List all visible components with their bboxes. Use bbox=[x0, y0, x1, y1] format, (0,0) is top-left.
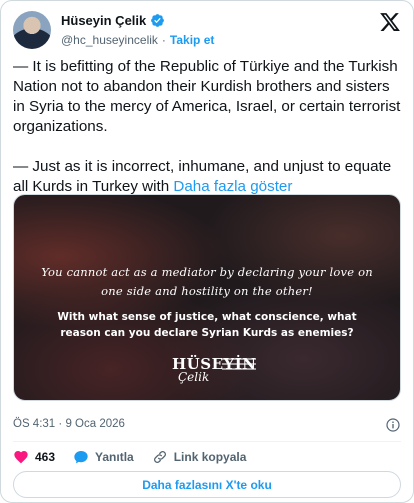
signature-lines bbox=[222, 358, 262, 373]
link-icon bbox=[153, 451, 166, 463]
tweet-time[interactable]: ÖS 4:31 bbox=[13, 418, 55, 430]
reply-button[interactable]: Yanıtla bbox=[73, 449, 134, 465]
tweet-text: — It is befitting of the Republic of Tür… bbox=[13, 57, 403, 217]
verified-badge-icon bbox=[151, 14, 165, 27]
action-bar: 463 Yanıtla Link kopyala bbox=[13, 447, 246, 467]
tweet-paragraph-1: — It is befitting of the Republic of Tür… bbox=[13, 58, 401, 135]
copy-link-button[interactable]: Link kopyala bbox=[152, 449, 247, 465]
tweet-card: Hüseyin Çelik @hc_huseyincelik · Takip e… bbox=[0, 0, 414, 503]
author-handle-row: @hc_huseyincelik · Takip et bbox=[61, 33, 214, 47]
heart-icon bbox=[14, 451, 28, 464]
tweet-date[interactable]: 9 Oca 2026 bbox=[65, 418, 124, 430]
divider bbox=[13, 441, 401, 442]
signature-logo: HÜSEYİN Çelik bbox=[172, 355, 262, 391]
media-subtext: With what sense of justice, what conscie… bbox=[57, 311, 357, 339]
reply-label: Yanıtla bbox=[95, 450, 134, 464]
author-name[interactable]: Hüseyin Çelik bbox=[61, 13, 146, 28]
meta-separator: · bbox=[58, 418, 63, 430]
signature-script: Çelik bbox=[178, 370, 210, 384]
x-logo-icon[interactable] bbox=[379, 11, 401, 33]
copy-link-label: Link kopyala bbox=[173, 450, 247, 464]
tweet-header: Hüseyin Çelik @hc_huseyincelik · Takip e… bbox=[13, 11, 401, 51]
author-handle[interactable]: @hc_huseyincelik bbox=[61, 33, 158, 47]
reply-icon bbox=[74, 451, 88, 464]
tweet-paragraph-2: — Just as it is incorrect, inhumane, and… bbox=[13, 157, 403, 197]
like-count: 463 bbox=[35, 450, 56, 464]
media-quote-text: You cannot act as a mediator by declarin… bbox=[41, 265, 373, 298]
read-more-on-x-button[interactable]: Daha fazlasını X'te oku bbox=[13, 471, 401, 498]
tweet-meta: ÖS 4:31 · 9 Oca 2026 bbox=[13, 418, 401, 434]
like-button[interactable]: 463 bbox=[13, 449, 55, 465]
avatar[interactable] bbox=[13, 11, 51, 49]
show-more-link[interactable]: Daha fazla göster bbox=[173, 178, 292, 195]
handle-separator: · bbox=[161, 33, 166, 47]
follow-button[interactable]: Takip et bbox=[170, 33, 214, 47]
tweet-media-image[interactable]: You cannot act as a mediator by declarin… bbox=[13, 194, 401, 401]
info-icon[interactable] bbox=[385, 417, 401, 433]
author-name-row: Hüseyin Çelik bbox=[61, 13, 165, 28]
